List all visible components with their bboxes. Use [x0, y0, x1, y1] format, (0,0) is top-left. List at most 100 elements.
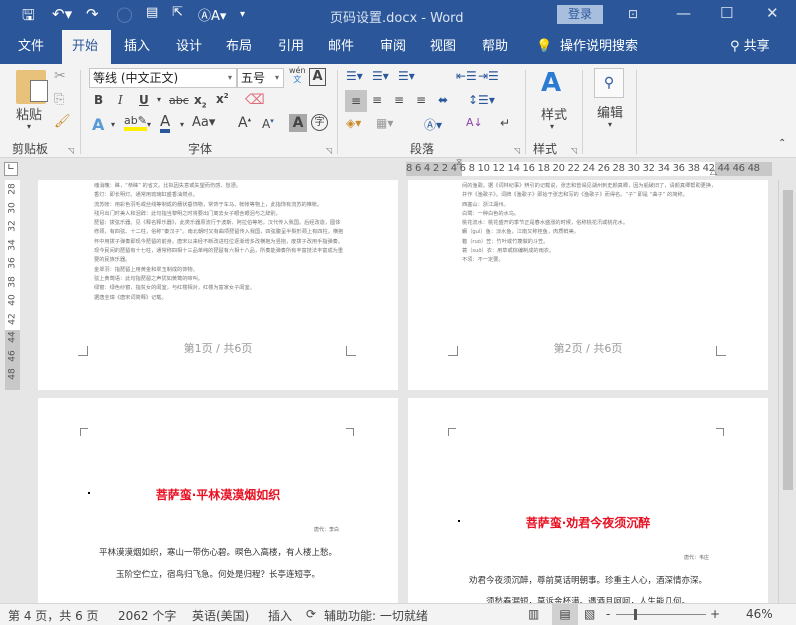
customize-qat-icon[interactable]: ▾: [240, 9, 245, 20]
superscript-button[interactable]: x2: [216, 92, 229, 106]
zoom-level[interactable]: 46%: [746, 607, 773, 621]
right-indent-icon[interactable]: △: [710, 167, 717, 177]
tab-references[interactable]: 引用: [270, 30, 312, 64]
font-name-combo[interactable]: 等线 (中文正文) ▾: [89, 68, 237, 88]
redo-icon[interactable]: ↷: [86, 5, 99, 23]
italic-button[interactable]: I: [118, 93, 123, 107]
read-mode-icon[interactable]: ▥: [528, 607, 539, 621]
vertical-ruler[interactable]: 28 30 32 34 36 38 40 42 44 46 48: [5, 180, 20, 390]
chevron-down-icon[interactable]: ▾: [111, 120, 115, 129]
bullets-icon[interactable]: ☰▾: [346, 69, 363, 83]
tab-help[interactable]: 帮助: [474, 30, 516, 64]
chevron-down-icon[interactable]: ▾: [608, 120, 612, 129]
cut-icon[interactable]: ✂: [54, 68, 66, 84]
touch-mode-icon[interactable]: ▤: [146, 5, 158, 20]
tab-selector[interactable]: ∟: [4, 162, 18, 176]
shrink-font-icon[interactable]: A▾: [262, 117, 274, 131]
tab-review[interactable]: 审阅: [372, 30, 414, 64]
undo-icon[interactable]: ↶▾: [52, 5, 72, 23]
highlight-icon[interactable]: ab✎: [124, 114, 147, 131]
font-size-icon[interactable]: ⒶA▾: [198, 5, 226, 24]
text-effects-icon[interactable]: A: [92, 115, 104, 134]
chevron-down-icon[interactable]: ▾: [180, 120, 184, 129]
styles-button[interactable]: 样式: [541, 104, 567, 123]
zoom-slider-thumb[interactable]: [634, 609, 637, 620]
ribbon-display-icon[interactable]: ⊡: [628, 7, 638, 21]
accessibility-icon[interactable]: ⟳: [306, 607, 316, 621]
character-shading-icon[interactable]: A: [289, 114, 307, 132]
minimize-button[interactable]: —: [676, 4, 691, 22]
page-count[interactable]: 第 4 页，共 6 页: [8, 607, 99, 624]
align-left-button[interactable]: ≡: [345, 90, 367, 112]
vertical-scrollbar[interactable]: [778, 180, 796, 603]
clear-formatting-icon[interactable]: ⌫: [245, 92, 265, 108]
format-painter-icon[interactable]: 🖌: [54, 114, 71, 129]
tab-file[interactable]: 文件: [10, 30, 52, 64]
close-button[interactable]: ✕: [766, 4, 779, 22]
tell-me-search[interactable]: 操作说明搜索: [552, 30, 646, 64]
asian-layout-icon[interactable]: Ⓐ▾: [424, 116, 442, 133]
web-layout-icon[interactable]: ▧: [584, 607, 595, 621]
paste-button[interactable]: 粘贴: [16, 104, 42, 123]
paragraph-launcher-icon[interactable]: ◹: [514, 146, 520, 155]
character-border-icon[interactable]: A: [309, 68, 326, 86]
chevron-down-icon[interactable]: ▾: [147, 120, 151, 129]
styles-icon[interactable]: A: [541, 68, 561, 98]
change-case-icon[interactable]: Aa▾: [192, 115, 215, 130]
save-icon[interactable]: 🖫: [22, 5, 35, 30]
tab-layout[interactable]: 布局: [218, 30, 260, 64]
phonetic-guide-button[interactable]: wén 文: [289, 66, 306, 84]
bold-button[interactable]: B: [94, 93, 103, 107]
tab-insert[interactable]: 插入: [116, 30, 158, 64]
share-button[interactable]: ⚲ 共享: [722, 30, 778, 64]
page-1[interactable]: 魂消魄：睐，“恭睐” 的省文。比拟因失意或失望而伤感、愁懑。 香灯：即长明灯。通常…: [38, 180, 398, 390]
horizontal-ruler[interactable]: ∟ 8 6 4 2 2 4 6 8 10 12 14 16 18 20 22 2…: [0, 158, 796, 180]
increase-indent-icon[interactable]: ⇥☰: [478, 69, 499, 83]
word-count[interactable]: 2062 个字: [118, 607, 176, 624]
read-mode-icon[interactable]: ⇱: [172, 5, 183, 20]
zoom-out-button[interactable]: -: [606, 607, 610, 621]
copy-icon[interactable]: ⎘: [54, 92, 64, 107]
decrease-indent-icon[interactable]: ⇤☰: [456, 69, 477, 83]
language[interactable]: 英语(美国): [192, 607, 249, 624]
shading-icon[interactable]: ◈▾: [346, 116, 361, 130]
styles-launcher-icon[interactable]: ◹: [571, 146, 577, 155]
underline-dropdown-icon[interactable]: ▾: [157, 95, 161, 104]
insert-mode[interactable]: 插入: [268, 607, 292, 624]
numbering-icon[interactable]: ☰▾: [372, 69, 389, 83]
tab-design[interactable]: 设计: [168, 30, 210, 64]
font-color-icon[interactable]: A: [160, 113, 171, 133]
font-launcher-icon[interactable]: ◹: [326, 146, 332, 155]
tab-mailings[interactable]: 邮件: [320, 30, 362, 64]
search-icon[interactable]: ⚲: [594, 68, 624, 98]
zoom-slider[interactable]: [616, 614, 706, 615]
align-right-button[interactable]: ≡: [394, 93, 404, 107]
show-marks-icon[interactable]: ↵: [500, 116, 510, 130]
login-button[interactable]: 登录: [557, 5, 603, 24]
maximize-button[interactable]: ☐: [720, 4, 733, 22]
editing-button[interactable]: 编辑: [597, 102, 623, 121]
page-2[interactable]: 间的渔歌。据《词林纪事》辨引的记载说，张志和曾谒见湖州刺史颜真卿，因为船破旧了，…: [408, 180, 768, 390]
justify-button[interactable]: ≡: [416, 93, 426, 107]
enclose-characters-icon[interactable]: 字: [311, 114, 328, 131]
sort-icon[interactable]: A↓: [466, 116, 483, 129]
tab-home[interactable]: 开始: [62, 30, 111, 64]
font-size-combo[interactable]: 五号 ▾: [237, 68, 284, 88]
grow-font-icon[interactable]: A▴: [238, 115, 251, 131]
underline-button[interactable]: U: [139, 93, 149, 107]
circle-icon[interactable]: ◯: [116, 5, 133, 23]
clipboard-launcher-icon[interactable]: ◹: [68, 146, 74, 155]
line-spacing-icon[interactable]: ↕☰▾: [468, 93, 495, 107]
paste-dropdown-icon[interactable]: ▾: [27, 122, 31, 131]
page-3[interactable]: 菩萨蛮·平林漠漠烟如织 唐代：李白 平林漠漠烟如织，寒山一带伤心碧。暝色入高楼，…: [38, 398, 398, 603]
collapse-ribbon-icon[interactable]: ⌃: [778, 138, 786, 149]
page-4[interactable]: 菩萨蛮·劝君今夜须沉醉 唐代：韦庄 劝君今夜须沉醉，尊前莫话明朝事。珍重主人心，…: [408, 398, 768, 603]
distributed-button[interactable]: ⬌: [438, 93, 448, 107]
multilevel-list-icon[interactable]: ☰▾: [398, 69, 415, 83]
strikethrough-button[interactable]: abc: [169, 94, 189, 107]
zoom-in-button[interactable]: +: [710, 607, 720, 621]
tab-view[interactable]: 视图: [422, 30, 464, 64]
indent-marker-icon[interactable]: ⧖: [456, 158, 462, 168]
chevron-down-icon[interactable]: ▾: [550, 122, 554, 131]
accessibility-status[interactable]: 辅助功能: 一切就绪: [324, 607, 428, 624]
